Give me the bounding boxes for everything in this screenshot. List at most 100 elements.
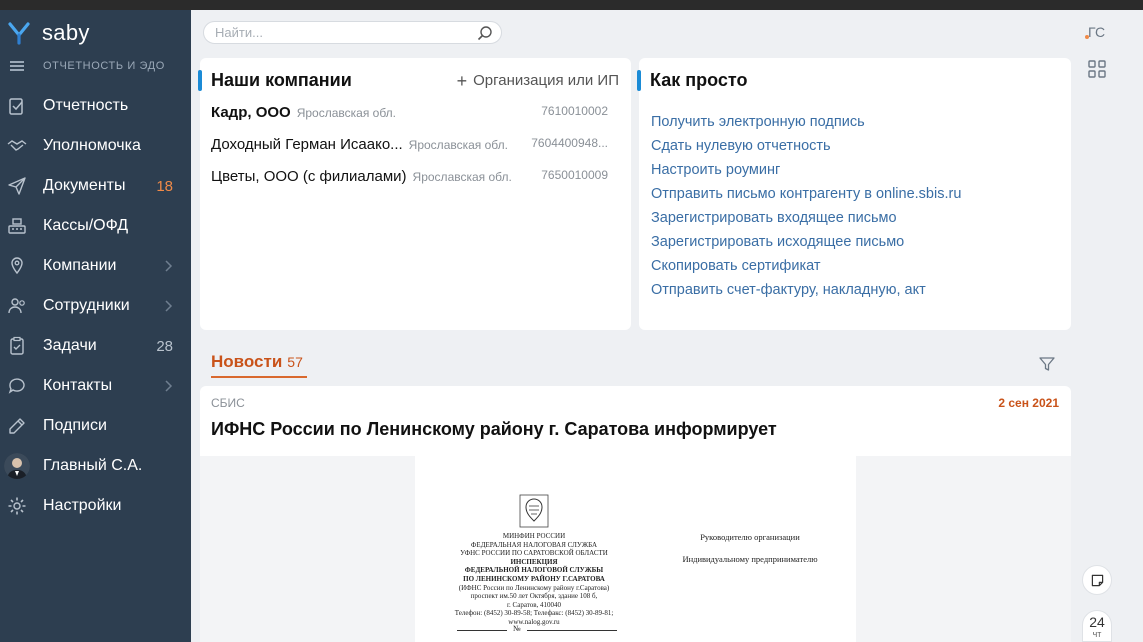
company-row[interactable]: Кадр, ООО Ярославская обл. 7610010002 [211,104,621,126]
plus-icon: + [456,70,468,91]
card-marker [637,70,641,91]
paper-plane-icon [7,176,27,196]
calendar-day: 24 [1089,614,1105,630]
howto-link[interactable]: Зарегистрировать входящее письмо [651,210,897,226]
sidebar-item-label: Контакты [43,377,113,394]
sidebar-item-label: Подписи [43,417,107,434]
emblem-icon [519,494,549,528]
company-inn: 7604400948... [531,136,608,150]
company-inn: 7650010009 [541,168,608,182]
howto-link[interactable]: Отправить счет-фактуру, накладную, акт [651,282,926,298]
search-input[interactable] [215,25,465,40]
company-row[interactable]: Доходный Герман Исаако... Ярославская об… [211,136,621,158]
tab-underline [211,376,307,378]
sidebar-item-reporting[interactable]: Отчетность [0,86,191,126]
news-title[interactable]: ИФНС России по Ленинскому району г. Сара… [211,419,777,440]
doc-line: Руководителю организации [700,532,800,542]
howto-card: Как просто Получить электронную подпись … [637,58,1071,330]
howto-link[interactable]: Сдать нулевую отчетность [651,138,831,154]
tasks-count-badge: 28 [156,337,173,355]
window-top-bar [0,0,1143,10]
calendar-widget[interactable]: 24 чт [1082,610,1112,642]
document-number-line: № [457,624,617,633]
menu-icon[interactable] [10,61,24,71]
news-tab-label: Новости [211,352,283,371]
section-label-text: ОТЧЕТНОСТЬ И ЭДО [43,60,165,72]
handshake-icon [7,136,27,156]
sidebar-item-label: Документы [43,177,126,194]
sidebar-item-authority[interactable]: Уполномочка [0,126,191,166]
sidebar-item-label: Задачи [43,337,97,354]
company-inn: 7610010002 [541,104,608,118]
signature-icon [7,416,27,436]
doc-line: ПО ЛЕНИНСКОМУ РАЙОНУ Г.САРАТОВА [463,574,605,583]
add-organization-button[interactable]: + Организация или ИП [456,70,619,91]
chevron-right-icon[interactable] [163,379,173,393]
news-source: СБИС [211,396,245,410]
document-sender-block: МИНФИН РОССИИ ФЕДЕРАЛЬНАЯ НАЛОГОВАЯ СЛУЖ… [439,532,629,627]
doc-line: УФНС РОССИИ ПО САРАТОВСКОЙ ОБЛАСТИ [460,549,608,558]
sidebar-item-tasks[interactable]: Задачи 28 [0,326,191,366]
howto-link[interactable]: Настроить роуминг [651,162,780,178]
sidebar-item-contacts[interactable]: Контакты [0,366,191,406]
sidebar-item-label: Настройки [43,497,122,514]
doc-line: ИНСПЕКЦИЯ [510,557,558,566]
tab-news[interactable]: Новости 57 [211,352,303,372]
search-icon[interactable] [477,25,493,41]
chevron-right-icon[interactable] [163,299,173,313]
howto-link[interactable]: Получить электронную подпись [651,114,865,130]
doc-line: ФЕДЕРАЛЬНАЯ НАЛОГОВАЯ СЛУЖБА [470,540,598,549]
search-box[interactable] [203,21,502,44]
doc-line: Индивидуальному предпринимателю [682,554,818,564]
add-organization-label: Организация или ИП [473,72,619,89]
companies-title[interactable]: Наши компании [211,70,352,91]
app-logo[interactable]: saby [8,19,90,47]
note-icon [1091,574,1103,586]
cash-register-icon [7,216,27,236]
notes-button[interactable] [1082,565,1112,595]
chat-icon [7,376,27,396]
company-row[interactable]: Цветы, ООО (с филиалами) Ярославская обл… [211,168,621,190]
company-region: Ярославская обл. [412,170,512,184]
sidebar-item-signatures[interactable]: Подписи [0,406,191,446]
news-attachment[interactable]: МИНФИН РОССИИ ФЕДЕРАЛЬНАЯ НАЛОГОВАЯ СЛУЖ… [200,456,1071,642]
howto-link[interactable]: Отправить письмо контрагенту в online.sb… [651,186,961,202]
chevron-right-icon[interactable] [163,259,173,273]
howto-link[interactable]: Скопировать сертификат [651,258,821,274]
companies-card: Наши компании + Организация или ИП Кадр,… [198,58,631,330]
news-date: 2 сен 2021 [998,396,1059,410]
logo-text: saby [42,20,90,45]
doc-line: Телефон: (8452) 30-89-58; Телефакс: (845… [454,609,614,618]
task-icon [7,336,27,356]
document-recipient-block: Руководителю организации Индивидуальному… [665,532,835,576]
avatar [4,453,30,479]
sidebar-item-settings[interactable]: Настройки [0,486,191,526]
sidebar-item-documents[interactable]: Документы 18 [0,166,191,206]
user-initials-button[interactable]: ГС [1088,24,1105,40]
apps-grid-icon[interactable] [1088,60,1106,78]
map-pin-icon [7,256,27,276]
howto-title: Как просто [650,70,748,90]
sidebar-item-companies[interactable]: Компании [0,246,191,286]
report-icon [7,96,27,116]
sidebar-item-label: Компании [43,257,117,274]
sidebar-item-employees[interactable]: Сотрудники [0,286,191,326]
filter-icon[interactable] [1039,356,1055,372]
doc-number-sign: № [513,624,521,633]
sidebar-item-profile[interactable]: Главный С.А. [0,446,191,486]
company-name: Цветы, ООО (с филиалами) [211,168,407,185]
sidebar-item-cash-registers[interactable]: Кассы/ОФД [0,206,191,246]
howto-link[interactable]: Зарегистрировать исходящее письмо [651,234,904,250]
sidebar-item-label: Главный С.А. [43,457,143,474]
section-label[interactable]: ОТЧЕТНОСТЬ И ЭДО [10,60,165,72]
people-icon [7,296,27,316]
sidebar-item-label: Отчетность [43,97,129,114]
doc-line: г. Саратов, 410040 [506,600,562,609]
sidebar-item-label: Сотрудники [43,297,130,314]
company-region: Ярославская обл. [408,138,508,152]
news-item[interactable]: СБИС 2 сен 2021 ИФНС России по Ленинском… [200,386,1071,642]
news-count: 57 [287,354,303,370]
doc-line: (ИФНС России по Ленинскому району г.Сара… [458,583,610,592]
company-name: Кадр, ООО [211,104,291,121]
doc-line: ФЕДЕРАЛЬНОЙ НАЛОГОВОЙ СЛУЖБЫ [464,566,604,575]
